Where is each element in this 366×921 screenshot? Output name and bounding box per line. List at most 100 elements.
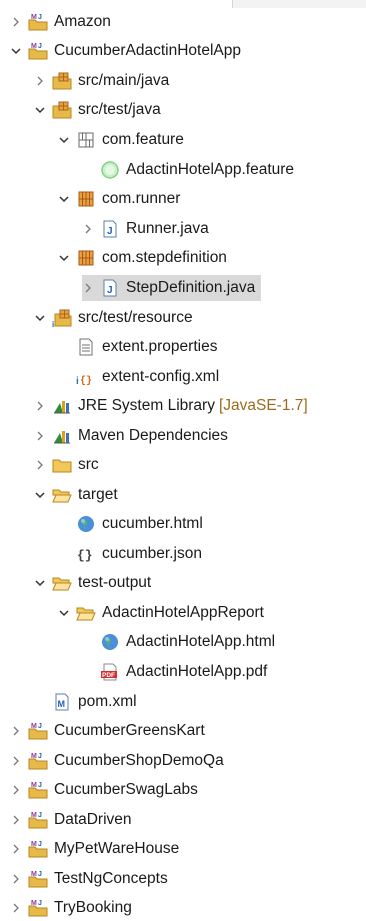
active-view-tab[interactable] [0, 0, 233, 8]
tree-item-label: AdactinHotelApp.feature [126, 161, 295, 178]
maven-project-icon: MJ [28, 41, 48, 61]
chevron-right-icon[interactable] [10, 873, 22, 885]
chevron-right-icon[interactable] [10, 16, 22, 28]
tree-item[interactable]: AdactinHotelAppReport [58, 600, 264, 626]
chevron-down-icon[interactable] [34, 104, 46, 116]
tree-item[interactable]: Mpom.xml [34, 689, 137, 715]
maven-project-icon: MJ [28, 780, 48, 800]
tree-item[interactable]: PDF AdactinHotelApp.pdf [82, 659, 267, 685]
tree-item-label: CucumberGreensKart [54, 722, 205, 739]
view-tab-strip [0, 0, 366, 8]
chevron-right-icon[interactable] [10, 725, 22, 737]
properties-file-icon [76, 337, 96, 357]
tree-item[interactable]: M J CucumberGreensKart [10, 718, 205, 744]
svg-text:J: J [38, 871, 42, 878]
chevron-down-icon[interactable] [58, 193, 70, 205]
tree-item[interactable]: M J CucumberShopDemoQa [10, 748, 224, 774]
maven-project-icon: MJ [28, 869, 48, 889]
tree-item[interactable]: com.stepdefinition [58, 245, 227, 271]
tree-item-label: extent-config.xml [102, 368, 220, 385]
folder-open-icon [52, 485, 72, 505]
svg-text:M: M [31, 900, 37, 907]
tree-item[interactable]: M J TestNgConcepts [10, 866, 168, 892]
svg-text:M: M [31, 841, 37, 848]
tree-item-label: AdactinHotelApp.pdf [126, 663, 268, 680]
source-folder-icon [52, 71, 72, 91]
chevron-down-icon[interactable] [58, 134, 70, 146]
tree-item[interactable]: {} cucumber.json [58, 541, 202, 567]
chevron-down-icon[interactable] [58, 607, 70, 619]
tree-item[interactable]: i{} extent-config.xml [58, 364, 219, 390]
tree-item[interactable]: com.feature [58, 127, 184, 153]
chevron-down-icon[interactable] [10, 45, 22, 57]
tree-item[interactable]: M J CucumberSwagLabs [10, 777, 198, 803]
svg-text:J: J [38, 14, 42, 21]
chevron-right-icon[interactable] [34, 75, 46, 87]
tree-item-label: CucumberSwagLabs [54, 781, 198, 798]
tree-item-label: test-output [78, 574, 152, 591]
chevron-right-icon[interactable] [10, 902, 22, 914]
tree-item[interactable]: src [34, 452, 99, 478]
chevron-right-icon[interactable] [34, 430, 46, 442]
tree-item[interactable]: com.runner [58, 186, 180, 212]
tree-item[interactable]: M J Amazon [10, 9, 111, 35]
java-file-icon: J [100, 219, 120, 239]
tree-item[interactable]: i src/test/resource [34, 305, 193, 331]
chevron-down-icon[interactable] [58, 252, 70, 264]
tree-item-label: CucumberShopDemoQa [54, 752, 224, 769]
tree-item-label: com.feature [102, 131, 184, 148]
tree-item[interactable]: cucumber.html [58, 511, 203, 537]
json-file-icon: {} [76, 544, 96, 564]
chevron-right-icon[interactable] [10, 784, 22, 796]
chevron-right-icon[interactable] [10, 843, 22, 855]
tree-item-label: Maven Dependencies [78, 427, 228, 444]
chevron-right-icon[interactable] [34, 459, 46, 471]
tree-item-decoration: [JavaSE-1.7] [218, 397, 308, 414]
tree-item[interactable]: test-output [34, 570, 151, 596]
tree-item[interactable]: extent.properties [58, 334, 217, 360]
chevron-down-icon[interactable] [34, 489, 46, 501]
tree-item-label: extent.properties [102, 338, 218, 355]
tree-item[interactable]: src/main/java [34, 68, 169, 94]
svg-text:M: M [31, 782, 37, 789]
svg-text:{}: {} [80, 375, 92, 387]
svg-text:PDF: PDF [102, 672, 115, 679]
svg-text:J: J [38, 812, 42, 819]
tree-item-label: pom.xml [78, 693, 137, 710]
chevron-right-icon[interactable] [82, 223, 94, 235]
tree-item[interactable]: J StepDefinition.java [82, 275, 262, 301]
tree-item-label: cucumber.json [102, 545, 202, 562]
chevron-right-icon[interactable] [10, 814, 22, 826]
svg-text:J: J [107, 226, 113, 237]
chevron-right-icon[interactable] [10, 755, 22, 767]
chevron-right-icon[interactable] [82, 282, 94, 294]
tree-item[interactable]: M J CucumberAdactinHotelApp [10, 38, 241, 64]
tree-item[interactable]: AdactinHotelApp.feature [82, 157, 294, 183]
chevron-right-icon[interactable] [34, 400, 46, 412]
tree-item[interactable]: target [34, 482, 118, 508]
library-icon [52, 396, 72, 416]
chevron-down-icon[interactable] [34, 577, 46, 589]
xml-file-icon: i{} [76, 367, 96, 387]
maven-project-icon: MJ [28, 751, 48, 771]
chevron-down-icon[interactable] [34, 312, 46, 324]
tree-item[interactable]: M J MyPetWareHouse [10, 836, 179, 862]
tree-item[interactable]: M J TryBooking [10, 895, 132, 921]
tree-item[interactable]: Maven Dependencies [34, 423, 228, 449]
tree-item-label: src/test/resource [78, 309, 193, 326]
svg-text:i: i [76, 376, 79, 387]
tree-item-label: AdactinHotelApp.html [126, 633, 276, 650]
tree-item[interactable]: AdactinHotelApp.html [82, 629, 275, 655]
tree-item[interactable]: JRE System Library [JavaSE-1.7] [34, 393, 308, 419]
tree-item-label: StepDefinition.java [126, 279, 256, 296]
svg-text:J: J [38, 900, 42, 907]
tree-item[interactable]: J Runner.java [82, 216, 209, 242]
tree-item[interactable]: M J DataDriven [10, 807, 132, 833]
tree-item-label: com.runner [102, 190, 181, 207]
cucumber-feature-icon [100, 160, 120, 180]
tree-item[interactable]: src/test/java [34, 97, 161, 123]
